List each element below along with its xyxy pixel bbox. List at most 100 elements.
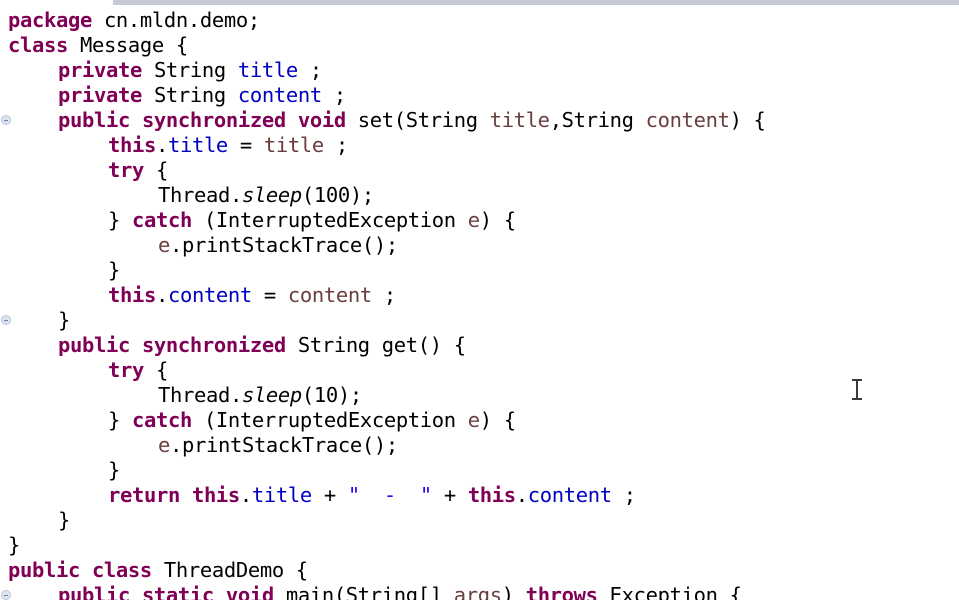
code-token: public synchronized: [58, 333, 286, 357]
code-token: ): [501, 583, 526, 600]
code-line[interactable]: try {: [0, 358, 959, 383]
code-token: ) {: [479, 408, 516, 432]
code-line[interactable]: } catch (InterruptedException e) {: [0, 208, 959, 233]
code-token: this: [467, 483, 516, 507]
code-token: try: [108, 158, 144, 182]
code-token: {: [143, 358, 168, 382]
code-token: args: [453, 583, 502, 600]
code-line[interactable]: try {: [0, 158, 959, 183]
code-line[interactable]: private String content ;: [0, 83, 959, 108]
code-token: try: [108, 358, 144, 382]
code-token: throws: [525, 583, 598, 600]
code-token: .: [239, 483, 252, 507]
code-token: }: [108, 208, 132, 232]
code-token: this: [191, 483, 240, 507]
code-token: e: [467, 208, 480, 232]
code-token: this: [108, 133, 156, 157]
code-token: (InterruptedException: [191, 408, 468, 432]
code-token: String: [141, 83, 238, 107]
code-token: title: [489, 108, 550, 132]
code-line[interactable]: public class ThreadDemo {: [0, 558, 959, 583]
code-token: Message {: [67, 33, 188, 57]
code-token: private: [58, 83, 142, 107]
code-token: Thread.: [158, 383, 242, 407]
code-line[interactable]: this.content = content ;: [0, 283, 959, 308]
code-token: sleep: [241, 183, 302, 207]
code-token: (InterruptedException: [191, 208, 468, 232]
ibeam-stem: [856, 380, 858, 399]
code-line[interactable]: }: [0, 458, 959, 483]
code-token: .printStackTrace();: [170, 233, 398, 257]
code-line[interactable]: public synchronized String get() {: [0, 333, 959, 358]
code-token: content: [167, 283, 252, 307]
code-token: String get() {: [285, 333, 466, 357]
code-token: ;: [297, 58, 322, 82]
code-token: .: [155, 133, 168, 157]
code-line[interactable]: class Message {: [0, 33, 959, 58]
code-token: title: [251, 483, 312, 507]
code-token: public synchronized void: [58, 108, 346, 132]
code-token: content: [237, 83, 322, 107]
code-line[interactable]: }: [0, 308, 959, 333]
code-line[interactable]: private String title ;: [0, 58, 959, 83]
text-ibeam-cursor: [852, 378, 863, 401]
code-token: .: [155, 283, 168, 307]
code-token: ;: [371, 283, 396, 307]
code-token: title: [237, 58, 298, 82]
code-token: Exception {: [597, 583, 742, 600]
code-token: sleep: [241, 383, 302, 407]
code-line[interactable]: }: [0, 258, 959, 283]
code-token: this: [108, 283, 156, 307]
code-token: ,String: [549, 108, 646, 132]
code-token: return: [108, 483, 180, 507]
code-token: e: [467, 408, 480, 432]
code-token: private: [58, 58, 142, 82]
code-token: e: [158, 433, 170, 457]
code-line[interactable]: Thread.sleep(10);: [0, 383, 959, 408]
code-text-area[interactable]: package cn.mldn.demo; class Message {priv…: [0, 0, 959, 600]
code-token: =: [251, 283, 288, 307]
code-line[interactable]: package cn.mldn.demo;: [0, 8, 959, 33]
code-editor-window: package cn.mldn.demo; class Message {priv…: [0, 0, 959, 600]
code-token: content: [645, 108, 730, 132]
code-token: ;: [321, 83, 346, 107]
code-token: .printStackTrace();: [170, 433, 398, 457]
code-token: +: [311, 483, 348, 507]
code-token: class: [8, 33, 68, 57]
code-line[interactable]: } catch (InterruptedException e) {: [0, 408, 959, 433]
code-token: }: [108, 408, 132, 432]
code-line[interactable]: public static void main(String[] args) t…: [0, 583, 959, 600]
ibeam-cap-bottom: [852, 398, 862, 400]
code-token: {: [143, 158, 168, 182]
code-token: }: [58, 508, 70, 532]
code-token: String: [141, 58, 238, 82]
code-line[interactable]: Thread.sleep(100);: [0, 183, 959, 208]
code-token: Thread.: [158, 183, 242, 207]
code-token: public static void: [58, 583, 274, 600]
code-line[interactable]: this.title = title ;: [0, 133, 959, 158]
code-line[interactable]: }: [0, 533, 959, 558]
code-token: cn.mldn.demo;: [91, 8, 260, 32]
code-token: title: [263, 133, 324, 157]
code-line[interactable]: e.printStackTrace();: [0, 233, 959, 258]
code-token: }: [8, 533, 20, 557]
code-token: ThreadDemo {: [151, 558, 308, 582]
code-line[interactable]: public synchronized void set(String titl…: [0, 108, 959, 133]
code-line[interactable]: }: [0, 508, 959, 533]
code-token: " - ": [347, 483, 432, 507]
code-token: catch: [131, 408, 192, 432]
code-token: set(String: [345, 108, 490, 132]
code-token: e: [158, 233, 170, 257]
code-token: content: [287, 283, 372, 307]
code-token: catch: [131, 208, 192, 232]
code-token: ) {: [479, 208, 516, 232]
code-token: main(String[]: [273, 583, 454, 600]
code-line[interactable]: return this.title + " - " + this.content…: [0, 483, 959, 508]
code-line[interactable]: e.printStackTrace();: [0, 433, 959, 458]
code-token: package: [8, 8, 92, 32]
code-token: ;: [611, 483, 636, 507]
code-token: .: [515, 483, 528, 507]
code-token: (100);: [301, 183, 374, 207]
code-token: ;: [323, 133, 348, 157]
